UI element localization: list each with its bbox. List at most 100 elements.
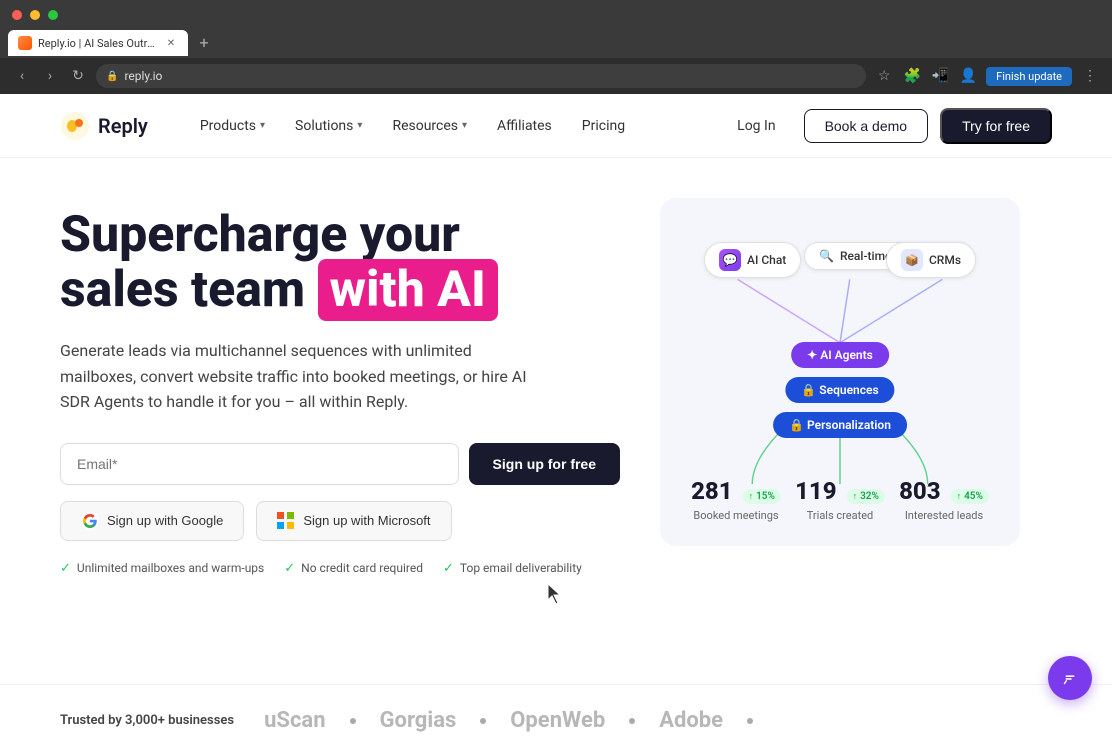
email-input[interactable] — [60, 443, 459, 485]
trusted-section: Trusted by 3,000+ businesses uScan Gorgi… — [0, 684, 1112, 756]
arrow-up-icon-3: ↑ — [957, 491, 962, 502]
browser-address-bar: ‹ › ↻ 🔒 reply.io ☆ 🧩 📲 👤 Finish update ⋮ — [0, 58, 1112, 94]
email-form: Sign up for free — [60, 443, 620, 485]
hero-diagram: 💬 AI Chat 🔍 Real-time data search 📦 CRMs… — [660, 198, 1020, 546]
nav-resources[interactable]: Resources ▾ — [380, 112, 479, 140]
products-chevron-icon: ▾ — [260, 120, 265, 131]
stat-meetings: 281 ↑ 15% Booked meetings — [691, 477, 781, 522]
profile-btn[interactable]: 👤 — [958, 68, 978, 84]
meetings-label: Booked meetings — [691, 509, 781, 522]
meetings-number: 281 — [691, 477, 733, 505]
minimize-window-btn[interactable] — [30, 10, 40, 20]
logo-icon — [60, 111, 90, 141]
trials-label: Trials created — [795, 509, 885, 522]
back-btn[interactable]: ‹ — [12, 68, 32, 84]
logo[interactable]: Reply — [60, 111, 148, 141]
leads-number: 803 — [899, 477, 941, 505]
try-free-btn[interactable]: Try for free — [940, 108, 1052, 144]
hero-section: Supercharge your sales team with AI Gene… — [0, 158, 1112, 756]
check-icon-1: ✓ — [60, 561, 71, 576]
brand-uscan: uScan — [264, 708, 325, 733]
ai-chat-icon: 💬 — [719, 249, 741, 271]
url-bar[interactable]: 🔒 reply.io — [96, 64, 866, 88]
social-buttons: Sign up with Google Sign up with Microso… — [60, 501, 620, 541]
browser-top-bar — [0, 0, 1112, 30]
microsoft-icon — [277, 512, 295, 530]
brand-adobe: Adobe — [659, 708, 723, 733]
hero-subtitle: Generate leads via multichannel sequence… — [60, 338, 540, 415]
arrow-up-icon-2: ↑ — [853, 491, 858, 502]
brand-separator-1 — [350, 718, 356, 724]
logo-text: Reply — [98, 114, 148, 138]
diagram-node-personalization: 🔒 Personalization — [773, 412, 907, 438]
website-content: Reply Products ▾ Solutions ▾ Resources ▾… — [0, 94, 1112, 756]
check-icon-2: ✓ — [284, 561, 295, 576]
stats-row: 281 ↑ 15% Booked meetings 119 ↑ — [684, 477, 996, 522]
bookmark-btn[interactable]: ☆ — [874, 68, 894, 84]
maximize-window-btn[interactable] — [48, 10, 58, 20]
nav-solutions[interactable]: Solutions ▾ — [283, 112, 374, 140]
hero-features: ✓ Unlimited mailboxes and warm-ups ✓ No … — [60, 561, 620, 576]
diagram-node-crms: 📦 CRMs — [886, 242, 976, 278]
leads-badge: ↑ 45% — [951, 489, 989, 504]
search-icon: 🔍 — [819, 249, 834, 263]
brand-openweb: OpenWeb — [510, 708, 605, 733]
stat-trials: 119 ↑ 32% Trials created — [795, 477, 885, 522]
login-btn[interactable]: Log In — [721, 110, 791, 142]
browser-chrome: Reply.io | AI Sales Outreach ... ✕ + — [0, 0, 1112, 58]
hero-highlight: with AI — [318, 259, 498, 321]
menu-btn[interactable]: ⋮ — [1080, 68, 1100, 84]
extension-btn[interactable]: 🧩 — [902, 68, 922, 84]
arrow-up-icon: ↑ — [749, 491, 754, 502]
microsoft-signup-btn[interactable]: Sign up with Microsoft — [256, 501, 451, 541]
url-text: reply.io — [124, 69, 162, 83]
nav-actions: Log In Book a demo Try for free — [721, 108, 1052, 144]
tab-favicon — [18, 36, 32, 50]
reload-btn[interactable]: ↻ — [68, 68, 88, 84]
nav-products[interactable]: Products ▾ — [188, 112, 277, 140]
check-icon-3: ✓ — [443, 561, 454, 576]
diagram-node-ai-agents: ✦ AI Agents — [791, 342, 889, 368]
chat-widget-btn[interactable] — [1048, 656, 1092, 700]
trials-badge: ↑ 32% — [847, 489, 885, 504]
hero-title: Supercharge your sales team with AI — [60, 208, 620, 318]
diagram-node-ai-chat: 💬 AI Chat — [704, 242, 801, 278]
nav-menu: Products ▾ Solutions ▾ Resources ▾ Affil… — [188, 112, 721, 140]
browser-actions: ☆ 🧩 📲 👤 Finish update ⋮ — [874, 67, 1100, 86]
browser-tab-active[interactable]: Reply.io | AI Sales Outreach ... ✕ — [8, 30, 188, 56]
hero-left: Supercharge your sales team with AI Gene… — [60, 198, 620, 576]
meetings-badge: ↑ 15% — [743, 489, 781, 504]
close-window-btn[interactable] — [12, 10, 22, 20]
diagram-node-sequences: 🔒 Sequences — [785, 377, 894, 403]
finish-update-btn[interactable]: Finish update — [986, 67, 1072, 86]
feature-no-card: ✓ No credit card required — [284, 561, 423, 576]
diagram-container: 💬 AI Chat 🔍 Real-time data search 📦 CRMs… — [684, 222, 996, 522]
resources-chevron-icon: ▾ — [462, 120, 467, 131]
signup-free-btn[interactable]: Sign up for free — [469, 443, 620, 485]
nav-pricing[interactable]: Pricing — [570, 112, 637, 140]
feature-deliverability: ✓ Top email deliverability — [443, 561, 582, 576]
brand-separator-3 — [629, 718, 635, 724]
brand-logos: uScan Gorgias OpenWeb Adobe — [264, 708, 753, 733]
trusted-label: Trusted by 3,000+ businesses — [60, 713, 234, 728]
leads-label: Interested leads — [899, 509, 989, 522]
crm-icon: 📦 — [901, 249, 923, 271]
cast-btn[interactable]: 📲 — [930, 68, 950, 84]
navbar: Reply Products ▾ Solutions ▾ Resources ▾… — [0, 94, 1112, 158]
google-icon — [81, 512, 99, 530]
tab-close-icon[interactable]: ✕ — [164, 36, 178, 50]
trials-number: 119 — [795, 477, 837, 505]
lock-icon: 🔒 — [106, 71, 118, 82]
new-tab-btn[interactable]: + — [192, 30, 216, 54]
tab-title: Reply.io | AI Sales Outreach ... — [38, 37, 158, 50]
feature-mailboxes: ✓ Unlimited mailboxes and warm-ups — [60, 561, 264, 576]
demo-btn[interactable]: Book a demo — [804, 109, 929, 143]
solutions-chevron-icon: ▾ — [357, 120, 362, 131]
nav-affiliates[interactable]: Affiliates — [485, 112, 564, 140]
brand-gorgias: Gorgias — [380, 708, 457, 733]
google-signup-btn[interactable]: Sign up with Google — [60, 501, 244, 541]
stat-leads: 803 ↑ 45% Interested leads — [899, 477, 989, 522]
forward-btn[interactable]: › — [40, 68, 60, 84]
brand-separator-2 — [480, 718, 486, 724]
brand-separator-4 — [747, 718, 753, 724]
